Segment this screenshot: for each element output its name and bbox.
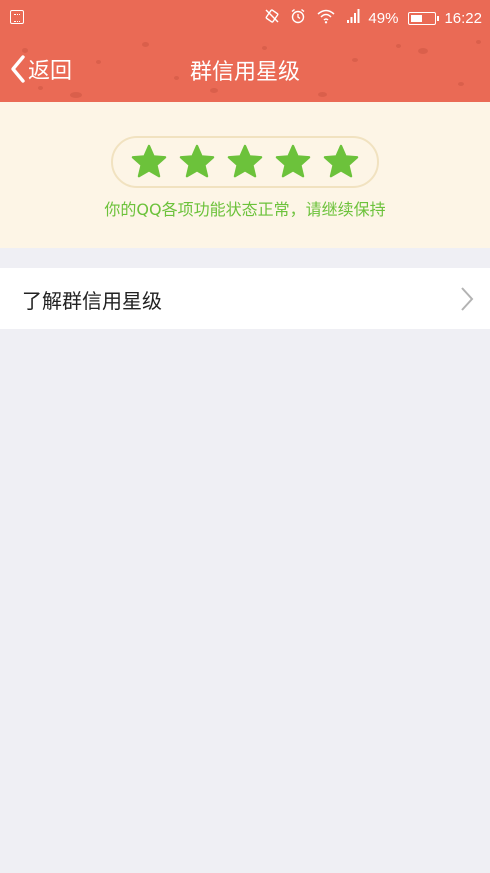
row-label: 了解群信用星级 <box>22 289 162 313</box>
navigation-bar: 返回 群信用星级 <box>0 36 490 102</box>
star-icon <box>227 144 263 178</box>
signal-icon <box>346 8 360 28</box>
battery-percent: 49% <box>368 9 399 27</box>
page-title: 群信用星级 <box>189 60 300 85</box>
battery-icon <box>408 11 440 25</box>
clock: 16:22 <box>444 9 482 27</box>
chevron-right-icon <box>460 286 474 316</box>
header-bar: 49% 16:22 返回 群信用星级 <box>0 0 490 102</box>
status-bar: 49% 16:22 <box>0 0 490 36</box>
rating-status-message: 你的QQ各项功能状态正常，请继续保持 <box>104 200 386 219</box>
star-icon <box>131 144 167 178</box>
alarm-icon <box>290 8 306 28</box>
star-icon <box>275 144 311 178</box>
star-icon <box>179 144 215 178</box>
credit-rating-panel: 你的QQ各项功能状态正常，请继续保持 <box>0 102 490 248</box>
star-icon <box>323 144 359 178</box>
screenshot-icon <box>10 10 24 24</box>
vibrate-icon <box>264 8 280 28</box>
wifi-icon <box>316 8 336 28</box>
star-rating <box>111 136 379 188</box>
learn-group-credit-rating-row[interactable]: 了解群信用星级 <box>0 268 490 329</box>
